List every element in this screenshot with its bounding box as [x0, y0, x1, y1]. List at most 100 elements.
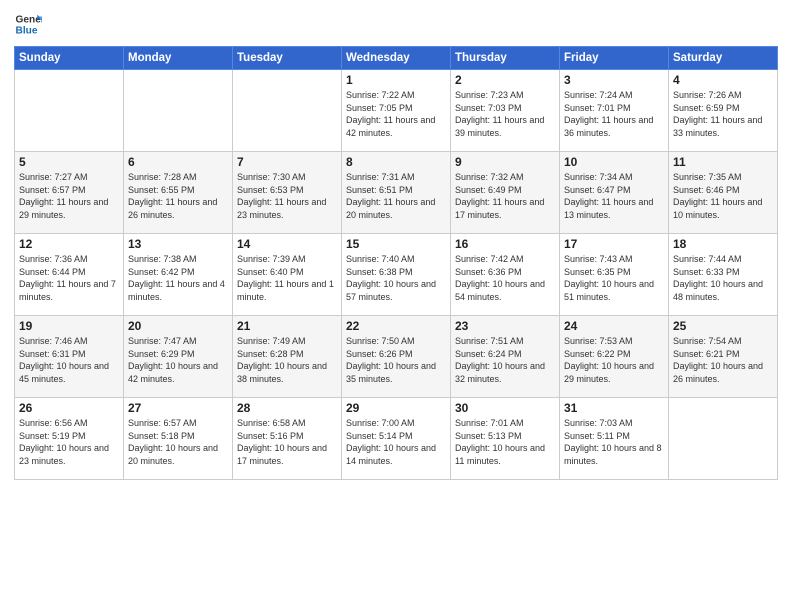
calendar-cell: 13Sunrise: 7:38 AMSunset: 6:42 PMDayligh… [124, 234, 233, 316]
day-number: 13 [128, 237, 228, 251]
calendar-cell: 27 Sunrise: 6:57 AMSunset: 5:18 PMDayligh… [124, 398, 233, 480]
day-number: 16 [455, 237, 555, 251]
day-info: Sunrise: 7:43 AMSunset: 6:35 PMDaylight:… [564, 253, 664, 303]
day-number: 19 [19, 319, 119, 333]
logo-icon: General Blue [14, 10, 42, 38]
calendar-header: SundayMondayTuesdayWednesdayThursdayFrid… [15, 47, 778, 70]
calendar-cell: 4 Sunrise: 7:26 AMSunset: 6:59 PMDaylight… [669, 70, 778, 152]
day-info: Sunrise: 7:03 AMSunset: 5:11 PMDaylight:… [564, 417, 664, 467]
day-number: 24 [564, 319, 664, 333]
day-number: 2 [455, 73, 555, 87]
calendar-cell [233, 70, 342, 152]
day-number: 15 [346, 237, 446, 251]
week-row-2: 5 Sunrise: 7:27 AMSunset: 6:57 PMDaylight… [15, 152, 778, 234]
logo: General Blue [14, 10, 46, 38]
calendar-cell: 28 Sunrise: 6:58 AMSunset: 5:16 PMDayligh… [233, 398, 342, 480]
day-info: Sunrise: 6:58 AMSunset: 5:16 PMDaylight:… [237, 417, 337, 467]
calendar-cell: 18 Sunrise: 7:44 AMSunset: 6:33 PMDayligh… [669, 234, 778, 316]
day-header-saturday: Saturday [669, 47, 778, 70]
day-info: Sunrise: 7:49 AMSunset: 6:28 PMDaylight:… [237, 335, 337, 385]
day-info: Sunrise: 7:00 AMSunset: 5:14 PMDaylight:… [346, 417, 446, 467]
calendar-cell: 12 Sunrise: 7:36 AMSunset: 6:44 PMDayligh… [15, 234, 124, 316]
calendar-cell: 9 Sunrise: 7:32 AMSunset: 6:49 PMDaylight… [451, 152, 560, 234]
calendar-cell: 23Sunrise: 7:51 AMSunset: 6:24 PMDayligh… [451, 316, 560, 398]
calendar-cell: 10 Sunrise: 7:34 AMSunset: 6:47 PMDayligh… [560, 152, 669, 234]
calendar-cell: 21 Sunrise: 7:49 AMSunset: 6:28 PMDayligh… [233, 316, 342, 398]
day-number: 21 [237, 319, 337, 333]
day-info: Sunrise: 7:01 AMSunset: 5:13 PMDaylight:… [455, 417, 555, 467]
day-number: 17 [564, 237, 664, 251]
day-info: Sunrise: 7:34 AMSunset: 6:47 PMDaylight:… [564, 171, 664, 221]
svg-text:Blue: Blue [16, 25, 38, 36]
calendar-cell: 6Sunrise: 7:28 AMSunset: 6:55 PMDaylight… [124, 152, 233, 234]
day-header-thursday: Thursday [451, 47, 560, 70]
day-number: 7 [237, 155, 337, 169]
day-info: Sunrise: 7:36 AMSunset: 6:44 PMDaylight:… [19, 253, 119, 303]
day-number: 31 [564, 401, 664, 415]
day-info: Sunrise: 7:28 AMSunset: 6:55 PMDaylight:… [128, 171, 228, 221]
day-info: Sunrise: 7:44 AMSunset: 6:33 PMDaylight:… [673, 253, 773, 303]
calendar-cell: 22Sunrise: 7:50 AMSunset: 6:26 PMDayligh… [342, 316, 451, 398]
day-info: Sunrise: 7:51 AMSunset: 6:24 PMDaylight:… [455, 335, 555, 385]
day-info: Sunrise: 6:57 AMSunset: 5:18 PMDaylight:… [128, 417, 228, 467]
day-number: 4 [673, 73, 773, 87]
calendar-cell: 2 Sunrise: 7:23 AMSunset: 7:03 PMDaylight… [451, 70, 560, 152]
calendar-cell: 17 Sunrise: 7:43 AMSunset: 6:35 PMDayligh… [560, 234, 669, 316]
day-number: 18 [673, 237, 773, 251]
day-number: 30 [455, 401, 555, 415]
day-info: Sunrise: 7:47 AMSunset: 6:29 PMDaylight:… [128, 335, 228, 385]
day-number: 10 [564, 155, 664, 169]
day-info: Sunrise: 7:54 AMSunset: 6:21 PMDaylight:… [673, 335, 773, 385]
day-info: Sunrise: 7:46 AMSunset: 6:31 PMDaylight:… [19, 335, 119, 385]
day-info: Sunrise: 7:27 AMSunset: 6:57 PMDaylight:… [19, 171, 119, 221]
calendar-cell: 20 Sunrise: 7:47 AMSunset: 6:29 PMDayligh… [124, 316, 233, 398]
day-info: Sunrise: 7:32 AMSunset: 6:49 PMDaylight:… [455, 171, 555, 221]
week-row-3: 12 Sunrise: 7:36 AMSunset: 6:44 PMDayligh… [15, 234, 778, 316]
day-info: Sunrise: 7:35 AMSunset: 6:46 PMDaylight:… [673, 171, 773, 221]
calendar-cell [15, 70, 124, 152]
day-number: 28 [237, 401, 337, 415]
calendar-cell: 8 Sunrise: 7:31 AMSunset: 6:51 PMDaylight… [342, 152, 451, 234]
day-number: 11 [673, 155, 773, 169]
day-number: 26 [19, 401, 119, 415]
day-info: Sunrise: 7:26 AMSunset: 6:59 PMDaylight:… [673, 89, 773, 139]
day-number: 5 [19, 155, 119, 169]
page-header: General Blue [14, 10, 778, 38]
week-row-5: 26Sunrise: 6:56 AMSunset: 5:19 PMDayligh… [15, 398, 778, 480]
day-info: Sunrise: 7:39 AMSunset: 6:40 PMDaylight:… [237, 253, 337, 303]
week-row-1: 1 Sunrise: 7:22 AMSunset: 7:05 PMDaylight… [15, 70, 778, 152]
day-number: 27 [128, 401, 228, 415]
day-number: 8 [346, 155, 446, 169]
calendar-cell: 1 Sunrise: 7:22 AMSunset: 7:05 PMDaylight… [342, 70, 451, 152]
day-info: Sunrise: 7:31 AMSunset: 6:51 PMDaylight:… [346, 171, 446, 221]
day-number: 29 [346, 401, 446, 415]
day-header-friday: Friday [560, 47, 669, 70]
day-info: Sunrise: 7:40 AMSunset: 6:38 PMDaylight:… [346, 253, 446, 303]
day-number: 1 [346, 73, 446, 87]
week-row-4: 19 Sunrise: 7:46 AMSunset: 6:31 PMDayligh… [15, 316, 778, 398]
day-info: Sunrise: 7:22 AMSunset: 7:05 PMDaylight:… [346, 89, 446, 139]
day-number: 20 [128, 319, 228, 333]
calendar-cell: 16Sunrise: 7:42 AMSunset: 6:36 PMDayligh… [451, 234, 560, 316]
calendar-table: SundayMondayTuesdayWednesdayThursdayFrid… [14, 46, 778, 480]
day-number: 25 [673, 319, 773, 333]
day-info: Sunrise: 7:23 AMSunset: 7:03 PMDaylight:… [455, 89, 555, 139]
calendar-cell: 30 Sunrise: 7:01 AMSunset: 5:13 PMDayligh… [451, 398, 560, 480]
calendar-cell [124, 70, 233, 152]
calendar-cell: 26Sunrise: 6:56 AMSunset: 5:19 PMDayligh… [15, 398, 124, 480]
day-number: 3 [564, 73, 664, 87]
calendar-cell: 3Sunrise: 7:24 AMSunset: 7:01 PMDaylight… [560, 70, 669, 152]
day-header-tuesday: Tuesday [233, 47, 342, 70]
calendar-cell: 7Sunrise: 7:30 AMSunset: 6:53 PMDaylight… [233, 152, 342, 234]
day-header-sunday: Sunday [15, 47, 124, 70]
day-header-wednesday: Wednesday [342, 47, 451, 70]
day-number: 22 [346, 319, 446, 333]
calendar-cell: 25 Sunrise: 7:54 AMSunset: 6:21 PMDayligh… [669, 316, 778, 398]
day-number: 9 [455, 155, 555, 169]
calendar-cell: 14 Sunrise: 7:39 AMSunset: 6:40 PMDayligh… [233, 234, 342, 316]
calendar-cell: 19 Sunrise: 7:46 AMSunset: 6:31 PMDayligh… [15, 316, 124, 398]
day-info: Sunrise: 7:53 AMSunset: 6:22 PMDaylight:… [564, 335, 664, 385]
day-number: 12 [19, 237, 119, 251]
calendar-cell: 5 Sunrise: 7:27 AMSunset: 6:57 PMDaylight… [15, 152, 124, 234]
day-number: 14 [237, 237, 337, 251]
